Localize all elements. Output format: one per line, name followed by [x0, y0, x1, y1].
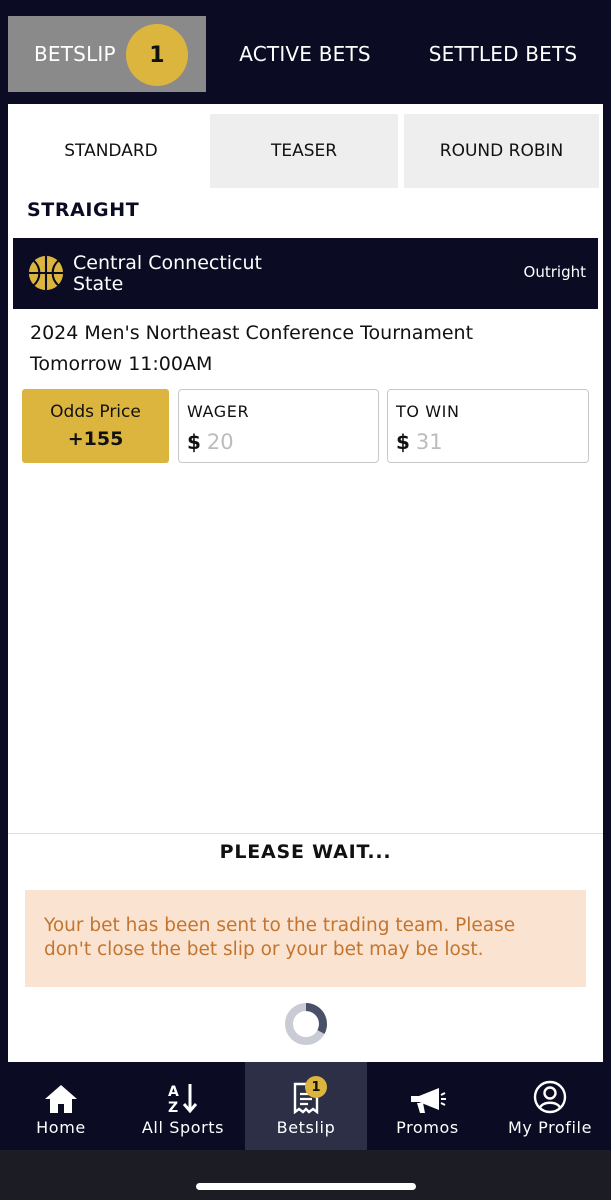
bet-type-heading: STRAIGHT — [27, 199, 140, 221]
selection-header: Central Connecticut State Outright — [13, 238, 598, 309]
svg-text:Z: Z — [168, 1100, 178, 1114]
bet-type-tabs: STANDARD TEASER ROUND ROBIN — [8, 114, 603, 188]
svg-text:A: A — [168, 1084, 179, 1100]
tab-betslip[interactable]: BETSLIP 1 — [8, 16, 206, 92]
betslip-count-badge: 1 — [126, 24, 188, 86]
nav-home[interactable]: Home — [10, 1062, 112, 1150]
event-name: 2024 Men's Northeast Conference Tourname… — [30, 322, 474, 344]
tab-teaser[interactable]: TEASER — [210, 114, 398, 188]
system-home-bar — [0, 1150, 611, 1200]
nav-my-profile-label: My Profile — [507, 1118, 593, 1137]
bottom-navigation: Home A Z All Sports 1 Betslip Promos My … — [0, 1062, 611, 1150]
top-tab-bar: BETSLIP 1 ACTIVE BETS SETTLED BETS — [0, 0, 611, 104]
nav-home-label: Home — [36, 1118, 86, 1137]
betslip-panel: STANDARD TEASER ROUND ROBIN STRAIGHT Cen… — [8, 104, 603, 1062]
loading-spinner-icon — [285, 1003, 327, 1045]
wager-field[interactable]: WAGER $ — [178, 389, 379, 463]
nav-betslip-label: Betslip — [276, 1118, 336, 1137]
receipt-icon: 1 — [291, 1076, 327, 1114]
betslip-nav-badge: 1 — [305, 1076, 327, 1098]
nav-promos[interactable]: Promos — [380, 1062, 475, 1150]
tab-round-robin-label: ROUND ROBIN — [439, 141, 564, 161]
wager-input[interactable] — [206, 430, 327, 454]
to-win-label: TO WIN — [396, 402, 460, 421]
tab-settled-bets-label: SETTLED BETS — [428, 42, 578, 66]
tab-settled-bets[interactable]: SETTLED BETS — [408, 16, 598, 92]
tab-active-bets-label: ACTIVE BETS — [239, 42, 371, 66]
to-win-field[interactable]: TO WIN $ — [387, 389, 589, 463]
wager-input-row: $ — [187, 428, 370, 456]
megaphone-icon — [409, 1082, 447, 1114]
tab-betslip-label: BETSLIP — [34, 42, 116, 66]
to-win-input-row: $ — [396, 428, 580, 456]
nav-all-sports-label: All Sports — [141, 1118, 225, 1137]
to-win-currency-symbol: $ — [396, 430, 410, 454]
to-win-input[interactable] — [415, 430, 536, 454]
nav-promos-label: Promos — [396, 1118, 459, 1137]
odds-price-label: Odds Price — [50, 402, 141, 422]
tab-standard[interactable]: STANDARD — [12, 114, 210, 188]
odds-price-value: +155 — [67, 428, 124, 450]
user-icon — [533, 1080, 567, 1114]
tab-round-robin[interactable]: ROUND ROBIN — [404, 114, 599, 188]
divider — [8, 833, 603, 834]
market-type: Outright — [523, 263, 586, 281]
odds-price-box: Odds Price +155 — [22, 389, 169, 463]
team-name-line1: Central Connecticut — [73, 252, 262, 274]
home-icon — [44, 1082, 78, 1114]
home-indicator[interactable] — [196, 1183, 416, 1190]
nav-all-sports[interactable]: A Z All Sports — [128, 1062, 238, 1150]
nav-my-profile[interactable]: My Profile — [498, 1062, 602, 1150]
status-title: PLEASE WAIT... — [219, 841, 392, 863]
team-name: Central Connecticut State — [73, 253, 313, 295]
wager-currency-symbol: $ — [187, 430, 201, 454]
tab-active-bets[interactable]: ACTIVE BETS — [215, 16, 395, 92]
team-name-line2: State — [73, 273, 124, 295]
nav-betslip[interactable]: 1 Betslip — [245, 1062, 367, 1150]
sort-az-icon: A Z — [166, 1082, 200, 1114]
tab-teaser-label: TEASER — [270, 141, 338, 161]
basketball-icon — [28, 255, 64, 291]
tab-standard-label: STANDARD — [64, 141, 158, 161]
wager-label: WAGER — [187, 402, 250, 421]
status-message: Your bet has been sent to the trading te… — [25, 890, 586, 987]
event-time: Tomorrow 11:00AM — [30, 353, 213, 375]
